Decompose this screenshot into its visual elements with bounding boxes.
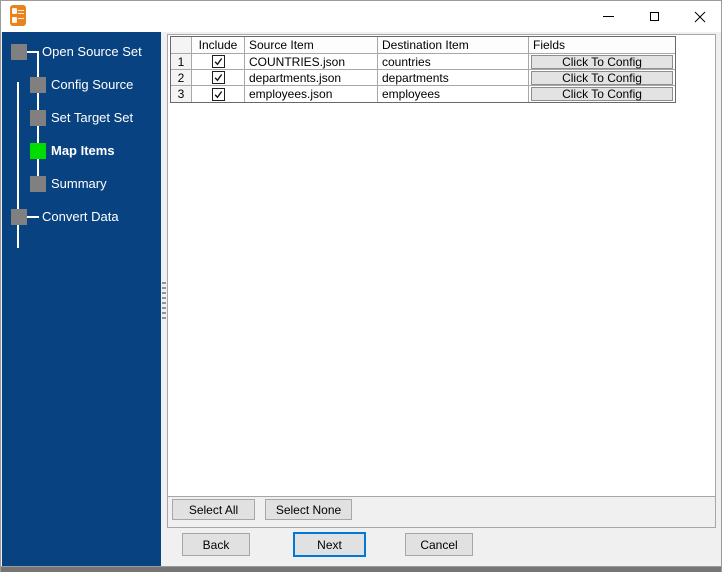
- step-label-convert-data[interactable]: Convert Data: [42, 209, 119, 225]
- step-marker-summary[interactable]: [30, 176, 46, 192]
- row-number-cell[interactable]: 2: [171, 70, 192, 86]
- app-icon-text-glyph: [18, 10, 24, 11]
- step-label-open-source-set[interactable]: Open Source Set: [42, 44, 142, 60]
- header-corner-cell: [171, 37, 192, 54]
- source-item-cell[interactable]: departments.json: [245, 70, 378, 86]
- checkmark-icon: [214, 58, 222, 66]
- step-marker-open-source-set[interactable]: [11, 44, 27, 60]
- header-fields[interactable]: Fields: [529, 37, 675, 54]
- click-to-config-button[interactable]: Click To Config: [531, 70, 673, 85]
- source-item-cell[interactable]: employees.json: [245, 86, 378, 102]
- header-source-item[interactable]: Source Item: [245, 37, 378, 54]
- app-window: Open Source Set Config Source Set Target…: [0, 0, 722, 572]
- destination-item-cell[interactable]: employees: [378, 86, 529, 102]
- fields-cell: Click To Config: [529, 70, 675, 86]
- map-items-panel: Include Source Item Destination Item Fie…: [167, 34, 716, 528]
- select-all-button[interactable]: Select All: [172, 499, 255, 520]
- click-to-config-button[interactable]: Click To Config: [531, 54, 673, 69]
- wizard-steps-sidebar: Open Source Set Config Source Set Target…: [2, 32, 161, 567]
- window-bottom-border: [1, 566, 721, 572]
- app-icon-doc-glyph: [12, 8, 17, 14]
- select-none-button[interactable]: Select None: [265, 499, 352, 520]
- tree-connector-horizontal-bottom: [26, 216, 39, 218]
- window-content: Open Source Set Config Source Set Target…: [1, 32, 721, 567]
- maximize-button[interactable]: [631, 1, 677, 32]
- table-row: 3 employees.json employees Click To Conf: [171, 86, 675, 102]
- titlebar: [1, 1, 721, 32]
- click-to-config-button[interactable]: Click To Config: [531, 87, 673, 101]
- row-number-cell[interactable]: 3: [171, 86, 192, 102]
- destination-item-cell[interactable]: departments: [378, 70, 529, 86]
- step-marker-set-target-set[interactable]: [30, 110, 46, 126]
- step-label-set-target-set[interactable]: Set Target Set: [51, 110, 133, 126]
- table-header-row: Include Source Item Destination Item Fie…: [171, 37, 675, 54]
- checkmark-icon: [214, 90, 222, 98]
- include-cell: [192, 86, 245, 102]
- tree-connector-horizontal-top: [26, 51, 39, 53]
- fields-cell: Click To Config: [529, 86, 675, 102]
- include-cell: [192, 54, 245, 70]
- cancel-button[interactable]: Cancel: [405, 533, 473, 556]
- header-include[interactable]: Include: [192, 37, 245, 54]
- minimize-button[interactable]: [585, 1, 631, 32]
- include-checkbox[interactable]: [211, 87, 225, 101]
- destination-item-cell[interactable]: countries: [378, 54, 529, 70]
- row-number-cell[interactable]: 1: [171, 54, 192, 70]
- checkmark-icon: [214, 74, 222, 82]
- close-button[interactable]: [677, 1, 721, 32]
- step-label-config-source[interactable]: Config Source: [51, 77, 133, 93]
- header-destination-item[interactable]: Destination Item: [378, 37, 529, 54]
- step-marker-convert-data[interactable]: [11, 209, 27, 225]
- include-checkbox[interactable]: [211, 55, 225, 68]
- step-label-map-items[interactable]: Map Items: [51, 143, 115, 159]
- include-checkbox[interactable]: [211, 71, 225, 84]
- table-row: 2 departments.json departments Click To: [171, 70, 675, 86]
- maximize-icon: [649, 12, 659, 21]
- app-icon: [10, 5, 26, 26]
- splitter-grip-icon: [162, 282, 166, 320]
- mapping-table: Include Source Item Destination Item Fie…: [170, 36, 676, 103]
- grid-background: Include Source Item Destination Item Fie…: [168, 35, 715, 497]
- step-label-summary[interactable]: Summary: [51, 176, 107, 192]
- step-marker-map-items[interactable]: [30, 143, 46, 159]
- next-button[interactable]: Next: [293, 532, 366, 557]
- close-icon: [694, 11, 706, 22]
- app-icon-doc-glyph: [12, 17, 17, 23]
- source-item-cell[interactable]: COUNTRIES.json: [245, 54, 378, 70]
- fields-cell: Click To Config: [529, 54, 675, 70]
- step-marker-config-source[interactable]: [30, 77, 46, 93]
- table-row: 1 COUNTRIES.json countries Click To Conf: [171, 54, 675, 70]
- back-button[interactable]: Back: [182, 533, 250, 556]
- minimize-icon: [602, 16, 614, 17]
- include-cell: [192, 70, 245, 86]
